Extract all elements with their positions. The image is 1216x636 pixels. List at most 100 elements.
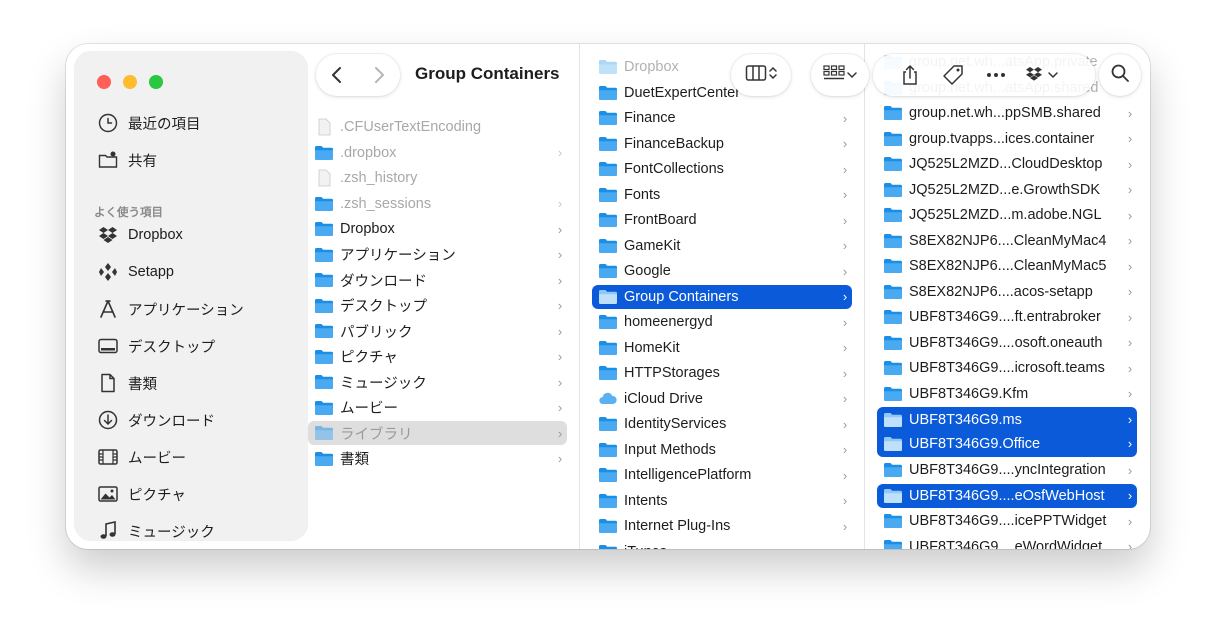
sidebar-item-dropbox[interactable]: Dropbox bbox=[96, 221, 183, 249]
list-item[interactable]: Input Methods › bbox=[592, 438, 852, 462]
list-item[interactable]: Internet Plug-Ins › bbox=[592, 514, 852, 538]
chevron-right-icon[interactable] bbox=[364, 60, 394, 90]
sidebar-item-movies[interactable]: ムービー bbox=[96, 443, 186, 471]
list-item[interactable]: UBF8T346G9....osoft.oneauth › bbox=[877, 331, 1137, 355]
chevron-right-icon: › bbox=[557, 374, 563, 390]
list-item[interactable]: .zsh_history bbox=[308, 166, 567, 190]
chevron-right-icon: › bbox=[838, 544, 852, 549]
view-mode-button[interactable] bbox=[731, 54, 791, 96]
item-label: FrontBoard bbox=[624, 212, 697, 228]
folder-icon bbox=[598, 313, 618, 331]
tag-icon[interactable] bbox=[938, 60, 968, 90]
list-item[interactable]: UBF8T346G9....yncIntegration › bbox=[877, 458, 1137, 482]
shared-folder-icon bbox=[96, 148, 120, 172]
list-item[interactable]: ライブラリ › bbox=[308, 421, 567, 445]
sidebar-item-desktop[interactable]: デスクトップ bbox=[96, 332, 215, 360]
list-item[interactable]: Fonts › bbox=[592, 183, 852, 207]
list-item[interactable]: UBF8T346G9....icrosoft.teams › bbox=[877, 356, 1137, 380]
list-item[interactable]: Google › bbox=[592, 259, 852, 283]
item-label: GameKit bbox=[624, 237, 681, 254]
group-button[interactable] bbox=[811, 54, 869, 96]
sidebar-item-downloads[interactable]: ダウンロード bbox=[96, 406, 215, 434]
list-item[interactable]: 書類 › bbox=[308, 447, 567, 471]
list-item[interactable]: JQ525L2MZD...CloudDesktop › bbox=[877, 152, 1137, 176]
item-label: Finance bbox=[624, 110, 676, 126]
list-item[interactable]: ムービー › bbox=[308, 396, 567, 420]
sidebar-item-recents[interactable]: 最近の項目 bbox=[96, 109, 201, 137]
list-item[interactable]: デスクトップ › bbox=[308, 294, 567, 318]
list-item[interactable]: UBF8T346G9.Office › bbox=[877, 431, 1137, 457]
list-item[interactable]: iTunes› bbox=[592, 540, 852, 549]
list-item[interactable]: group.tvapps...ices.container › bbox=[877, 127, 1137, 151]
list-item[interactable]: UBF8T346G9....ft.entrabroker › bbox=[877, 305, 1137, 329]
list-item[interactable]: .zsh_sessions › bbox=[308, 192, 567, 216]
ellipsis-icon[interactable] bbox=[981, 60, 1011, 90]
item-label: JQ525L2MZD...CloudDesktop bbox=[909, 156, 1103, 172]
list-item[interactable]: homeenergyd › bbox=[592, 310, 852, 334]
list-item[interactable]: アプリケーション › bbox=[308, 243, 567, 267]
list-item[interactable]: ダウンロード › bbox=[308, 268, 567, 292]
sidebar-item-documents[interactable]: 書類 bbox=[96, 369, 157, 397]
share-icon[interactable] bbox=[895, 60, 925, 90]
list-item[interactable]: パブリック › bbox=[308, 319, 567, 343]
zoom-button[interactable] bbox=[149, 75, 163, 89]
list-item[interactable]: Finance › bbox=[592, 106, 852, 130]
list-item[interactable]: UBF8T346G9....icePPTWidget › bbox=[877, 509, 1137, 533]
item-label: ライブラリ bbox=[340, 426, 413, 443]
list-item[interactable]: .dropbox › bbox=[308, 141, 567, 165]
folder-icon bbox=[883, 512, 903, 530]
chevron-right-icon: › bbox=[557, 323, 563, 339]
download-icon bbox=[96, 408, 120, 432]
chevron-left-icon[interactable] bbox=[322, 60, 352, 90]
sidebar-item-label: 最近の項目 bbox=[128, 116, 201, 133]
dropbox-icon[interactable] bbox=[1018, 60, 1066, 90]
list-item[interactable]: FontCollections › bbox=[592, 157, 852, 181]
list-item[interactable]: Intents › bbox=[592, 489, 852, 513]
list-item[interactable]: Dropbox › bbox=[308, 217, 567, 241]
list-item[interactable]: JQ525L2MZD...e.GrowthSDK › bbox=[877, 178, 1137, 202]
list-item[interactable]: UBF8T346G9.ms › bbox=[877, 407, 1137, 433]
column-library[interactable]: Dropbox DuetExpertCenter Finance › FinanceBa… bbox=[580, 44, 864, 549]
search-button[interactable] bbox=[1099, 54, 1141, 96]
list-item[interactable]: group.net.wh...ppSMB.shared › bbox=[877, 101, 1137, 125]
close-button[interactable] bbox=[97, 75, 111, 89]
folder-icon bbox=[598, 492, 618, 510]
list-item[interactable]: UBF8T346G9....eWordWidget › bbox=[877, 535, 1137, 549]
sidebar-item-setapp[interactable]: Setapp bbox=[96, 258, 174, 286]
column-home[interactable]: .CFUserTextEncoding .dropbox › .zsh_history… bbox=[308, 44, 579, 549]
window-title: Group Containers bbox=[415, 64, 560, 83]
column-group-containers[interactable]: group.net.wh...atsApp.private›group.net.… bbox=[865, 44, 1150, 549]
list-item[interactable]: UBF8T346G9.Kfm › bbox=[877, 382, 1137, 406]
list-item[interactable]: ミュージック › bbox=[308, 370, 567, 394]
list-item[interactable]: iCloud Drive › bbox=[592, 387, 852, 411]
list-item[interactable]: FrontBoard › bbox=[592, 208, 852, 232]
minimize-button[interactable] bbox=[123, 75, 137, 89]
list-item[interactable]: FinanceBackup › bbox=[592, 132, 852, 156]
item-label: JQ525L2MZD...e.GrowthSDK bbox=[909, 181, 1100, 198]
list-item[interactable]: HTTPStorages › bbox=[592, 361, 852, 385]
list-item[interactable]: JQ525L2MZD...m.adobe.NGL › bbox=[877, 203, 1137, 227]
list-item[interactable]: Group Containers › bbox=[592, 284, 852, 309]
item-label: UBF8T346G9.Kfm bbox=[909, 385, 1029, 402]
sidebar-item-music[interactable]: ミュージック bbox=[96, 517, 215, 545]
list-item[interactable]: IdentityServices › bbox=[592, 412, 852, 436]
list-item[interactable]: S8EX82NJP6....CleanMyMac5 › bbox=[877, 254, 1137, 278]
sidebar-item-shared[interactable]: 共有 bbox=[96, 146, 157, 174]
list-item[interactable]: ピクチャ › bbox=[308, 345, 567, 369]
sidebar-item-applications[interactable]: アプリケーション bbox=[96, 295, 244, 323]
item-label: UBF8T346G9....icrosoft.teams bbox=[909, 360, 1105, 376]
list-item[interactable]: HomeKit › bbox=[592, 336, 852, 360]
chevron-right-icon: › bbox=[557, 400, 563, 415]
list-item[interactable]: GameKit › bbox=[592, 234, 852, 258]
list-item[interactable]: S8EX82NJP6....acos-setapp › bbox=[877, 280, 1137, 304]
chevron-right-icon: › bbox=[1127, 386, 1133, 401]
folder-icon bbox=[314, 271, 334, 289]
list-item[interactable]: UBF8T346G9....eOsfWebHost › bbox=[877, 483, 1137, 508]
chevron-down-icon bbox=[847, 66, 857, 84]
sidebar-item-pictures[interactable]: ピクチャ bbox=[96, 480, 186, 508]
dropbox-icon bbox=[96, 223, 120, 247]
list-item[interactable]: IntelligencePlatform › bbox=[592, 463, 852, 487]
list-item[interactable]: S8EX82NJP6....CleanMyMac4 › bbox=[877, 229, 1137, 253]
item-label: Dropbox bbox=[340, 221, 395, 237]
list-item[interactable]: .CFUserTextEncoding bbox=[308, 115, 567, 139]
